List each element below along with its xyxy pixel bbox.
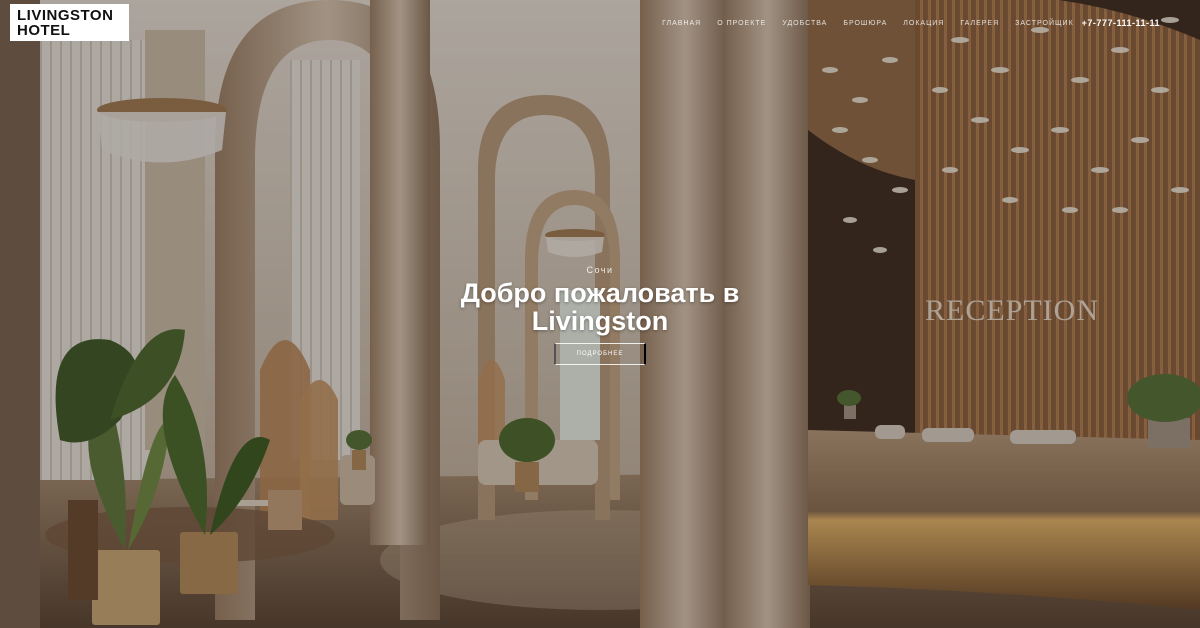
more-button[interactable]: ПОДРОБНЕЕ: [554, 343, 646, 365]
hero-title-line1: Добро пожаловать в: [460, 278, 740, 308]
phone-link[interactable]: +7-777-111-11-11: [1082, 18, 1160, 28]
brand-logo[interactable]: LIVINGSTON HOTEL: [10, 4, 129, 41]
nav-link-gallery[interactable]: ГАЛЕРЕЯ: [960, 20, 999, 27]
hero-title: Добро пожаловать в Livingston: [400, 279, 800, 335]
nav-link-home[interactable]: ГЛАВНАЯ: [662, 20, 701, 27]
brand-logo-line2: HOTEL: [17, 22, 71, 39]
hero-title-line2: Livingston: [531, 306, 669, 336]
brand-logo-line1: LIVINGSTON: [17, 7, 114, 24]
hero-city: Сочи: [586, 265, 614, 275]
hero-section: Сочи Добро пожаловать в Livingston ПОДРО…: [400, 264, 800, 365]
nav-link-brochure[interactable]: БРОШЮРА: [843, 20, 887, 27]
nav-link-amenities[interactable]: УДОБСТВА: [782, 20, 827, 27]
main-navigation: ГЛАВНАЯ О ПРОЕКТЕ УДОБСТВА БРОШЮРА ЛОКАЦ…: [646, 17, 1160, 29]
nav-link-about[interactable]: О ПРОЕКТЕ: [717, 20, 766, 27]
nav-link-developer[interactable]: ЗАСТРОЙЩИК: [1015, 20, 1074, 27]
nav-link-location[interactable]: ЛОКАЦИЯ: [903, 20, 944, 27]
